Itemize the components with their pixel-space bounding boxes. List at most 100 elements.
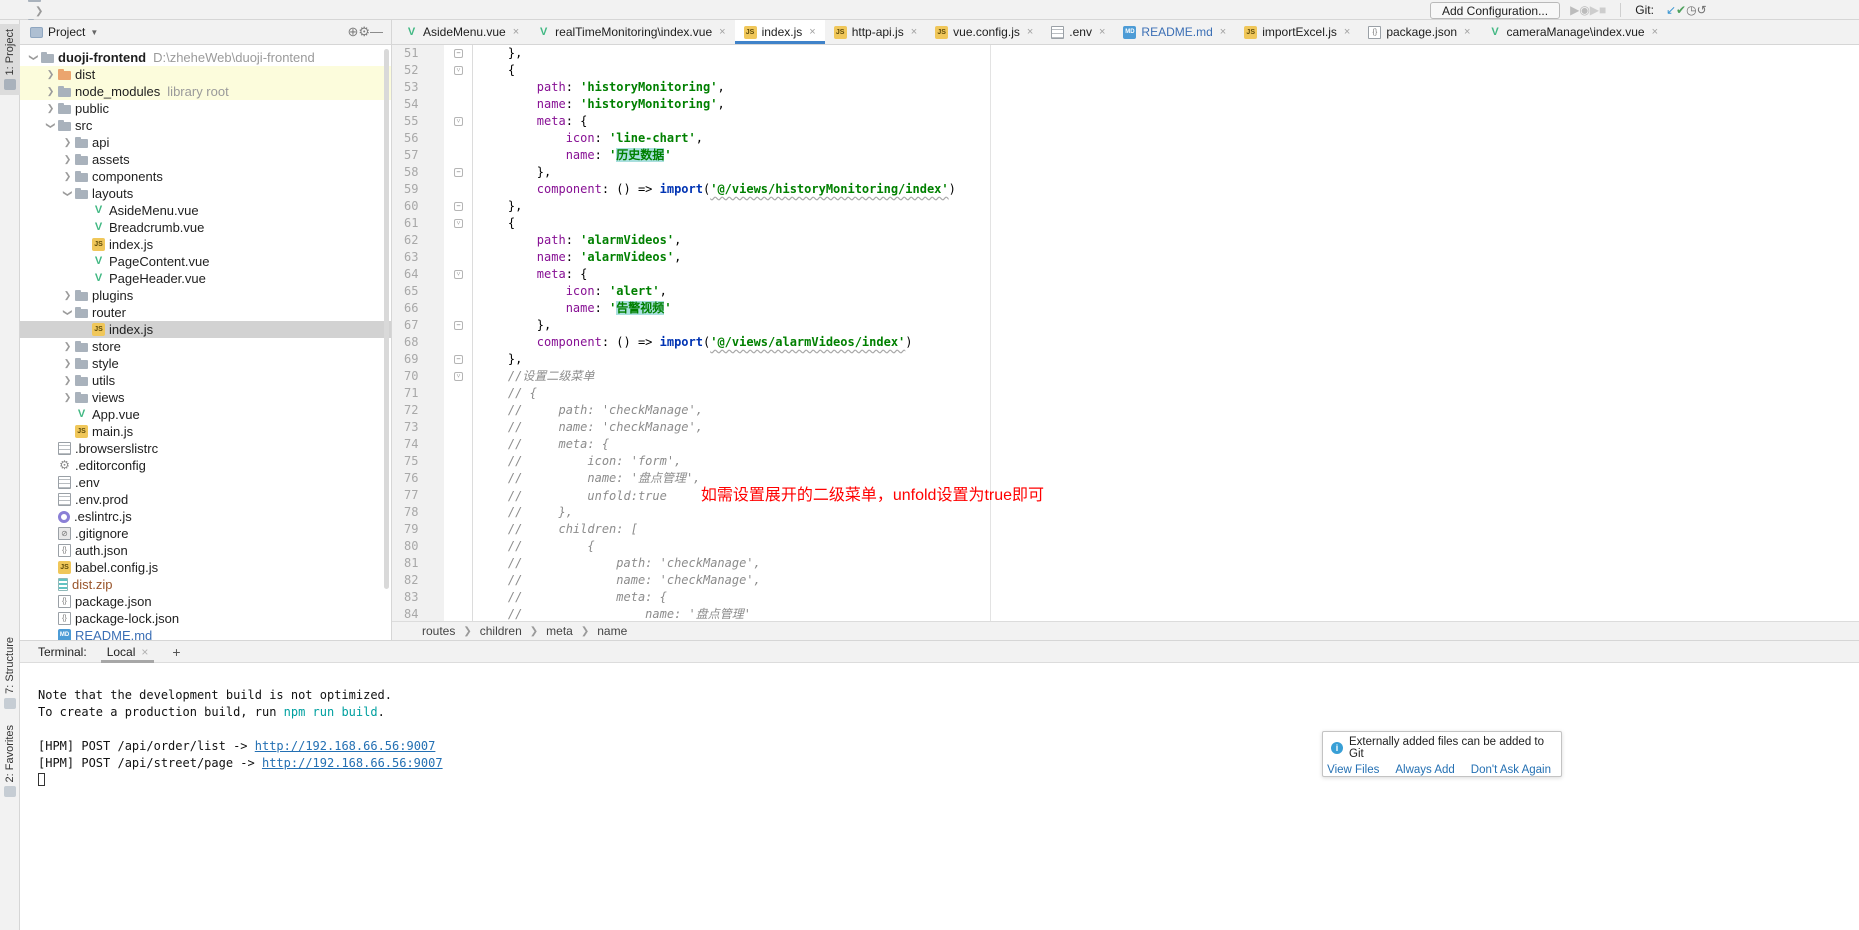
chevron-closed-icon[interactable]: ❯ xyxy=(60,290,75,301)
git-commit-icon[interactable]: ✔ xyxy=(1676,3,1686,17)
tree-row[interactable]: ⚙.editorconfig xyxy=(20,457,391,474)
tree-row[interactable]: JSindex.js xyxy=(20,236,391,253)
chevron-closed-icon[interactable]: ❯ xyxy=(60,154,75,165)
tree-row[interactable]: ⊘.gitignore xyxy=(20,525,391,542)
close-tab-icon[interactable]: × xyxy=(809,26,815,38)
chevron-closed-icon[interactable]: ❯ xyxy=(60,171,75,182)
terminal-link[interactable]: http://192.168.66.56:9007 xyxy=(262,756,443,770)
tree-row[interactable]: MDREADME.md xyxy=(20,627,391,640)
tree-row[interactable]: ❯node_moduleslibrary root xyxy=(20,83,391,100)
close-tab-icon[interactable]: × xyxy=(719,26,725,38)
editor-breadcrumb-item[interactable]: children xyxy=(480,624,522,638)
code-editor[interactable]: 51− },52˅ {53 path: 'historyMonitoring',… xyxy=(392,45,1859,621)
chevron-down-icon[interactable]: ▼ xyxy=(90,28,98,37)
tree-row[interactable]: ❯components xyxy=(20,168,391,185)
tree-row[interactable]: VBreadcrumb.vue xyxy=(20,219,391,236)
fold-marker[interactable]: ˅ xyxy=(444,62,473,79)
editor-tab[interactable]: VAsideMenu.vue× xyxy=(396,20,528,44)
close-tab-icon[interactable]: × xyxy=(1652,26,1658,38)
tree-row[interactable]: {}auth.json xyxy=(20,542,391,559)
editor-tab[interactable]: MDREADME.md× xyxy=(1114,20,1235,44)
editor-tab[interactable]: VrealTimeMonitoring\index.vue× xyxy=(528,20,734,44)
fold-marker[interactable]: − xyxy=(444,164,473,181)
fold-marker[interactable]: ˅ xyxy=(444,368,473,385)
stripe-button-favorites[interactable]: 2: Favorites xyxy=(0,720,20,802)
chevron-closed-icon[interactable]: ❯ xyxy=(60,137,75,148)
stripe-button-structure[interactable]: 7: Structure xyxy=(0,632,20,714)
fold-collapse-icon[interactable]: ˅ xyxy=(454,270,463,279)
fold-collapse-icon[interactable]: ˅ xyxy=(454,372,463,381)
stop-icon[interactable]: ■ xyxy=(1599,3,1606,17)
fold-collapse-icon[interactable]: ˅ xyxy=(454,219,463,228)
tree-row[interactable]: ❯plugins xyxy=(20,287,391,304)
fold-marker[interactable]: − xyxy=(444,351,473,368)
terminal-tab-local[interactable]: Local × xyxy=(101,641,155,663)
close-tab-icon[interactable]: × xyxy=(1464,26,1470,38)
chevron-open-icon[interactable]: ❯ xyxy=(28,50,39,65)
editor-tab[interactable]: JSindex.js× xyxy=(735,20,825,44)
new-terminal-session-button[interactable]: + xyxy=(172,644,180,660)
close-terminal-tab-icon[interactable]: × xyxy=(141,645,148,659)
chevron-closed-icon[interactable]: ❯ xyxy=(60,341,75,352)
close-tab-icon[interactable]: × xyxy=(1220,26,1226,38)
fold-marker[interactable]: − xyxy=(444,45,473,62)
git-rollback-icon[interactable]: ↺ xyxy=(1697,3,1707,17)
tree-row[interactable]: ❯api xyxy=(20,134,391,151)
terminal-output[interactable]: Note that the development build is not o… xyxy=(20,663,1859,789)
close-tab-icon[interactable]: × xyxy=(911,26,917,38)
fold-end-icon[interactable]: − xyxy=(454,168,463,177)
breadcrumb-item[interactable]: src xyxy=(28,0,133,3)
locate-file-icon[interactable]: ⊕ xyxy=(347,24,358,39)
tree-row[interactable]: VApp.vue xyxy=(20,406,391,423)
chevron-closed-icon[interactable]: ❯ xyxy=(60,375,75,386)
chevron-closed-icon[interactable]: ❯ xyxy=(60,358,75,369)
run-icon[interactable]: ▶ xyxy=(1570,3,1579,17)
close-tab-icon[interactable]: × xyxy=(1027,26,1033,38)
fold-marker[interactable]: ˅ xyxy=(444,266,473,283)
tree-row[interactable]: ❯style xyxy=(20,355,391,372)
editor-tab[interactable]: .env× xyxy=(1042,20,1114,44)
chevron-open-icon[interactable]: ❯ xyxy=(45,118,56,133)
chevron-closed-icon[interactable]: ❯ xyxy=(60,392,75,403)
fold-end-icon[interactable]: − xyxy=(454,355,463,364)
tree-row[interactable]: JSindex.js xyxy=(20,321,391,338)
tree-row[interactable]: {}package.json xyxy=(20,593,391,610)
tree-row[interactable]: ❯utils xyxy=(20,372,391,389)
chevron-closed-icon[interactable]: ❯ xyxy=(43,103,58,114)
editor-tab[interactable]: JSimportExcel.js× xyxy=(1235,20,1359,44)
editor-breadcrumb-item[interactable]: routes xyxy=(422,624,455,638)
tree-row[interactable]: .env.prod xyxy=(20,491,391,508)
local-history-icon[interactable]: ◷ xyxy=(1686,3,1696,17)
project-panel-title[interactable]: Project xyxy=(48,25,85,39)
fold-end-icon[interactable]: − xyxy=(454,321,463,330)
tree-row[interactable]: .eslintrc.js xyxy=(20,508,391,525)
chevron-closed-icon[interactable]: ❯ xyxy=(43,86,58,97)
tree-row[interactable]: ❯assets xyxy=(20,151,391,168)
tree-row[interactable]: .env xyxy=(20,474,391,491)
tree-row[interactable]: ❯src xyxy=(20,117,391,134)
chevron-open-icon[interactable]: ❯ xyxy=(62,186,73,201)
terminal-link[interactable]: http://192.168.66.56:9007 xyxy=(255,739,436,753)
editor-breadcrumb-item[interactable]: name xyxy=(597,624,627,638)
editor-tab[interactable]: JShttp-api.js× xyxy=(825,20,926,44)
run-with-coverage-icon[interactable]: ▶ xyxy=(1590,3,1599,17)
tree-row[interactable]: ❯store xyxy=(20,338,391,355)
notification-action-link[interactable]: Always Add xyxy=(1395,764,1454,776)
editor-tab[interactable]: JSvue.config.js× xyxy=(926,20,1042,44)
tree-row[interactable]: JSmain.js xyxy=(20,423,391,440)
tree-row[interactable]: JSbabel.config.js xyxy=(20,559,391,576)
hide-panel-icon[interactable]: — xyxy=(370,24,383,39)
tree-row[interactable]: ❯duoji-frontendD:\zheheWeb\duoji-fronten… xyxy=(20,49,391,66)
fold-marker[interactable]: − xyxy=(444,198,473,215)
tree-row[interactable]: ❯layouts xyxy=(20,185,391,202)
tree-row[interactable]: ❯router xyxy=(20,304,391,321)
chevron-closed-icon[interactable]: ❯ xyxy=(43,69,58,80)
tree-row[interactable]: ❯views xyxy=(20,389,391,406)
git-update-icon[interactable]: ↙ xyxy=(1666,3,1676,17)
add-configuration-button[interactable]: Add Configuration... xyxy=(1430,2,1560,19)
tree-row[interactable]: {}package-lock.json xyxy=(20,610,391,627)
fold-end-icon[interactable]: − xyxy=(454,49,463,58)
fold-marker[interactable]: − xyxy=(444,317,473,334)
tree-scrollbar[interactable] xyxy=(384,49,389,589)
editor-tab[interactable]: {}package.json× xyxy=(1359,20,1479,44)
